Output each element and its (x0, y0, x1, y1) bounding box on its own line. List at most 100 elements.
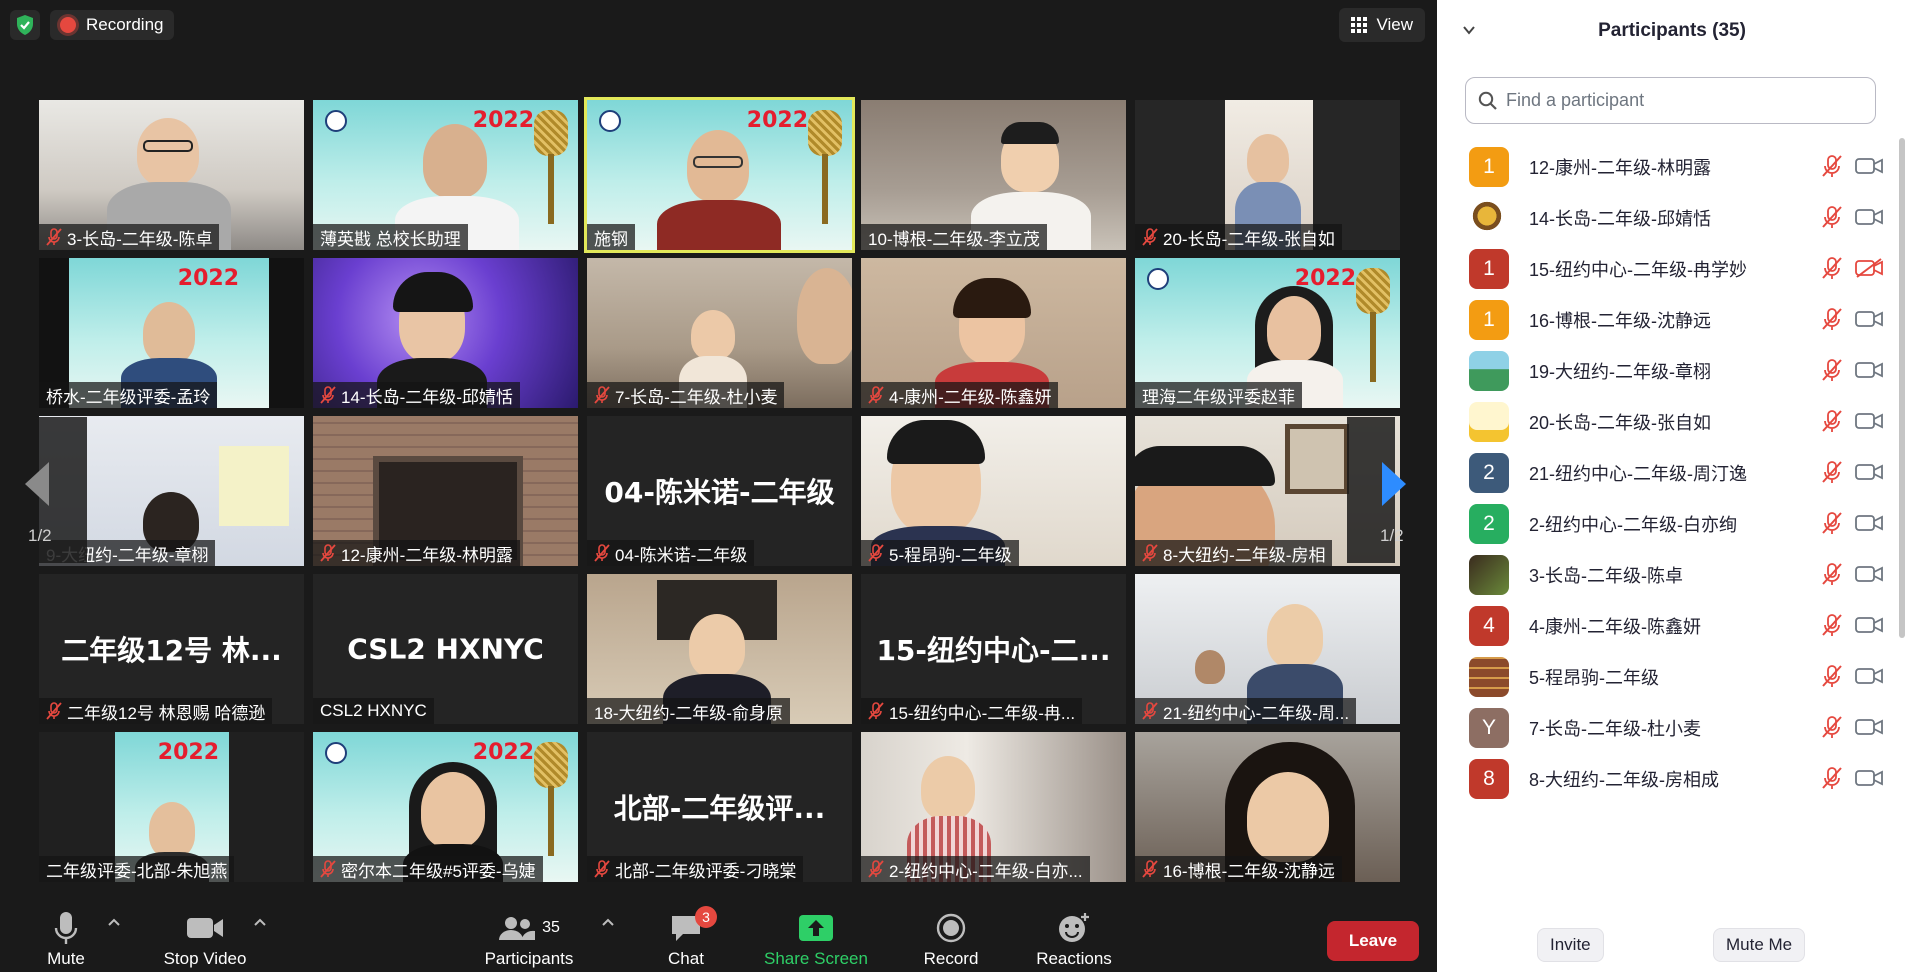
muted-mic-icon[interactable] (1820, 511, 1844, 535)
mute-button[interactable]: Mute (34, 892, 98, 970)
participant-name: 7-长岛-二年级-杜小麦 (1529, 719, 1701, 739)
muted-mic-icon[interactable] (1820, 766, 1844, 790)
chat-button[interactable]: 3 Chat (656, 892, 717, 970)
invite-button[interactable]: Invite (1537, 928, 1604, 962)
video-camera-icon[interactable] (1855, 615, 1883, 635)
record-button[interactable]: Record (916, 892, 986, 970)
video-tile[interactable]: 20-长岛-二年级-张自如 (1135, 100, 1400, 250)
stop-video-button[interactable]: Stop Video (152, 892, 258, 970)
video-camera-icon[interactable] (1855, 717, 1883, 737)
panel-footer: Invite Mute Me (1437, 900, 1907, 972)
chevron-down-icon[interactable] (1461, 22, 1477, 38)
video-options-caret-icon[interactable] (252, 916, 268, 928)
video-camera-icon[interactable] (1855, 207, 1883, 227)
participant-name: 4-康州-二年级-陈鑫妍 (1529, 617, 1701, 637)
tile-name-label: 施钢 (587, 224, 635, 250)
video-tile[interactable]: 2022 薄英戡 总校长助理 (313, 100, 578, 250)
recording-indicator[interactable]: Recording (50, 10, 174, 40)
video-tile-no-video[interactable]: CSL2 HXNYC CSL2 HXNYC (313, 574, 578, 724)
video-camera-icon[interactable] (1855, 462, 1883, 482)
muted-mic-icon (868, 702, 884, 720)
video-tile[interactable]: 16-博根-二年级-沈静远 (1135, 732, 1400, 882)
video-tile[interactable]: 21-纽约中心-二年级-周... (1135, 574, 1400, 724)
tile-display-name: 二年级12号 林... (61, 634, 282, 667)
muted-mic-icon (46, 228, 62, 246)
video-camera-icon[interactable] (1855, 564, 1883, 584)
participants-options-caret-icon[interactable] (600, 916, 616, 928)
video-tile[interactable]: 14-长岛-二年级-邱婧恬 (313, 258, 578, 408)
video-tile[interactable]: 12-康州-二年级-林明露 (313, 416, 578, 566)
participant-avatar (1469, 555, 1509, 595)
participant-name: 3-长岛-二年级-陈卓 (1529, 566, 1683, 586)
participant-list-scrollbar[interactable] (1899, 138, 1905, 638)
meeting-status-bar: Recording (10, 10, 174, 40)
muted-mic-icon[interactable] (1820, 154, 1844, 178)
participants-button[interactable]: 35 Participants (478, 892, 580, 970)
muted-mic-icon[interactable] (1820, 307, 1844, 331)
video-tile-no-video[interactable]: 二年级12号 林... 二年级12号 林恩赐 哈德逊 (39, 574, 304, 724)
video-tile[interactable]: 7-长岛-二年级-杜小麦 (587, 258, 852, 408)
muted-mic-icon[interactable] (1820, 256, 1844, 280)
video-camera-icon[interactable] (1855, 768, 1883, 788)
recording-dot-icon (60, 17, 76, 33)
share-screen-button[interactable]: Share Screen (760, 892, 872, 970)
video-tile[interactable]: 2022 密尔本二年级#5评委-乌婕 (313, 732, 578, 882)
video-tile-no-video[interactable]: 15-纽约中心-二... 15-纽约中心-二年级-冉... (861, 574, 1126, 724)
participants-count: 35 (542, 919, 560, 936)
video-camera-icon[interactable] (1855, 411, 1883, 431)
muted-mic-icon (1142, 702, 1158, 720)
video-camera-icon[interactable] (1855, 360, 1883, 380)
video-tile[interactable]: 4-康州-二年级-陈鑫妍 (861, 258, 1126, 408)
video-camera-icon (187, 918, 223, 938)
muted-mic-icon[interactable] (1820, 409, 1844, 433)
tile-name-label: 北部-二年级评委-刁晓棠 (587, 856, 804, 882)
encryption-shield-icon[interactable] (10, 10, 40, 40)
video-tile[interactable]: 5-程昂驹-二年级 (861, 416, 1126, 566)
video-camera-icon[interactable] (1855, 666, 1883, 686)
view-button[interactable]: View (1339, 8, 1425, 42)
audio-options-caret-icon[interactable] (106, 916, 122, 928)
video-tile[interactable]: 3-长岛-二年级-陈卓 (39, 100, 304, 250)
leave-meeting-button[interactable]: Leave (1327, 921, 1419, 961)
muted-mic-icon[interactable] (1820, 205, 1844, 229)
reactions-button[interactable]: Reactions (1032, 892, 1116, 970)
video-tile[interactable]: 2022 桥水-二年级评委-孟玲 (39, 258, 304, 408)
muted-mic-icon[interactable] (1820, 613, 1844, 637)
video-camera-icon[interactable] (1855, 156, 1883, 176)
video-camera-icon[interactable] (1855, 513, 1883, 533)
muted-mic-icon[interactable] (1820, 358, 1844, 382)
muted-mic-icon[interactable] (1820, 715, 1844, 739)
tile-display-name: CSL2 HXNYC (347, 632, 544, 666)
video-tile[interactable]: 10-博根-二年级-李立茂 (861, 100, 1126, 250)
grid-view-icon (1351, 17, 1368, 33)
previous-page-arrow-icon[interactable] (25, 462, 49, 506)
participant-avatar (1469, 402, 1509, 442)
panel-title: Participants (35) (1598, 20, 1746, 41)
participant-name: 19-大纽约-二年级-章栩 (1529, 362, 1712, 382)
video-off-icon[interactable] (1855, 258, 1883, 278)
participant-name: 15-纽约中心-二年级-冉学妙 (1529, 260, 1748, 280)
tile-name-label: 04-陈米诺-二年级 (587, 540, 755, 566)
muted-mic-icon[interactable] (1820, 562, 1844, 586)
video-tile-active-speaker[interactable]: 2022 施钢 (584, 97, 855, 253)
participant-search-box[interactable] (1465, 77, 1876, 124)
muted-mic-icon (1142, 228, 1158, 246)
video-camera-icon[interactable] (1855, 309, 1883, 329)
video-tile-no-video[interactable]: 04-陈米诺-二年级 04-陈米诺-二年级 (587, 416, 852, 566)
muted-mic-icon[interactable] (1820, 664, 1844, 688)
gallery-grid: 3-长岛-二年级-陈卓 2022 薄英戡 总校长助理 2022 施钢 10-博根… (39, 97, 1400, 882)
video-tile[interactable]: 18-大纽约-二年级-俞身原 (587, 574, 852, 724)
video-tile[interactable]: 2-纽约中心-二年级-白亦... (861, 732, 1126, 882)
participant-row[interactable]: 8 8-大纽约-二年级-房相成 (1437, 746, 1895, 808)
participants-icon (499, 917, 536, 940)
page-indicator-left: 1/2 (28, 526, 52, 545)
muted-mic-icon[interactable] (1820, 460, 1844, 484)
video-tile-no-video[interactable]: 北部-二年级评... 北部-二年级评委-刁晓棠 (587, 732, 852, 882)
muted-mic-icon (1142, 860, 1158, 878)
next-page-arrow-icon[interactable] (1382, 462, 1406, 506)
participant-avatar (1469, 351, 1509, 391)
participant-search-input[interactable] (1506, 90, 1866, 111)
video-tile[interactable]: 2022 理海二年级评委赵菲 (1135, 258, 1400, 408)
video-tile[interactable]: 2022 二年级评委-北部-朱旭燕 (39, 732, 304, 882)
mute-me-button[interactable]: Mute Me (1713, 928, 1806, 962)
